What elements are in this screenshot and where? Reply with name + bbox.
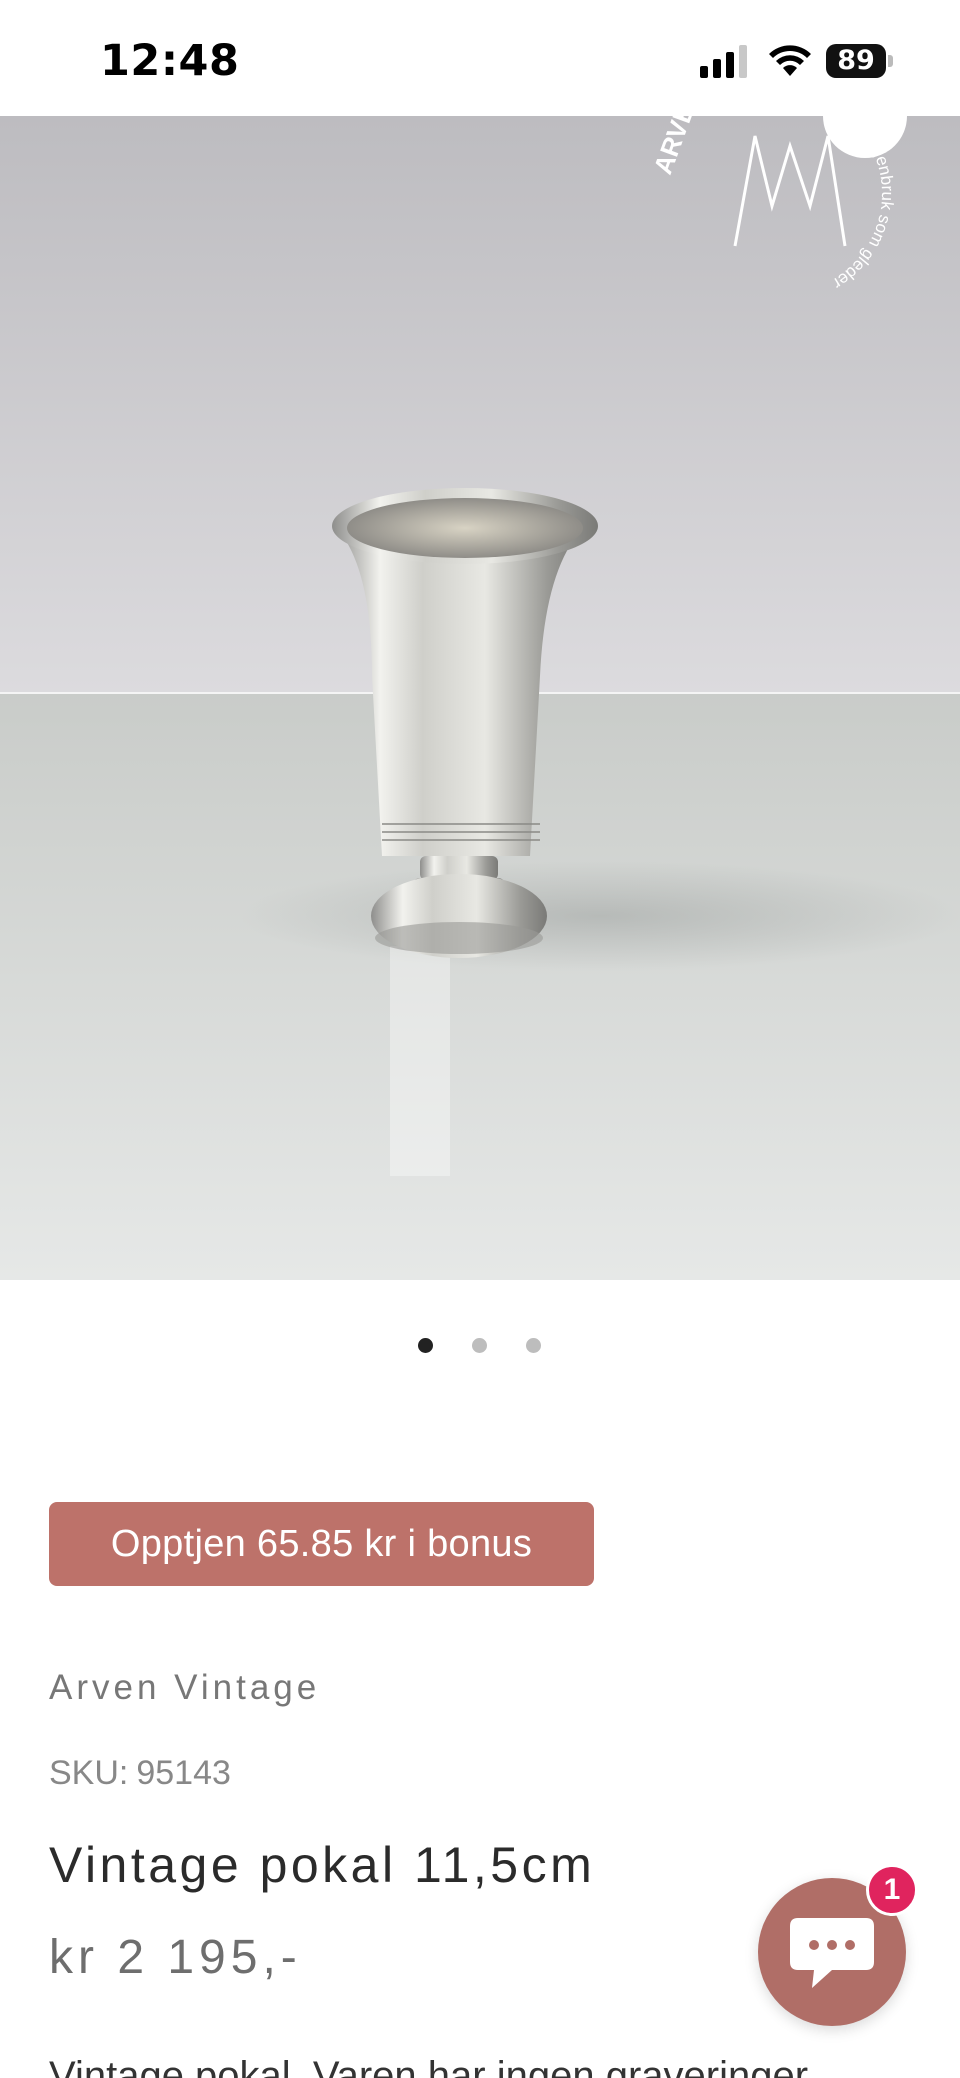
product-description: Vintage pokal. Varen har ingen gravering… [49, 2054, 817, 2078]
status-bar: 12:48 89 [0, 0, 960, 116]
product-price: kr 2 195,- [49, 1931, 302, 1984]
carousel-dot-2[interactable] [472, 1338, 487, 1353]
battery-level: 89 [837, 45, 875, 76]
carousel-dot-3[interactable] [526, 1338, 541, 1353]
sku-value: 95143 [136, 1754, 231, 1792]
product-vendor[interactable]: Arven Vintage [49, 1668, 320, 1708]
battery-icon: 89 [826, 44, 894, 78]
status-time: 12:48 [100, 36, 240, 86]
chat-notification-badge: 1 [866, 1864, 918, 1916]
product-title: Vintage pokal 11,5cm [49, 1837, 596, 1893]
sku-label: SKU: [49, 1754, 129, 1792]
cellular-signal-icon [700, 45, 747, 78]
product-image-carousel[interactable]: ARVEN gjenbruk som gleder [0, 116, 960, 1280]
chat-bubble-icon [790, 1918, 874, 1988]
product-photo: ARVEN gjenbruk som gleder [0, 116, 960, 1280]
carousel-dots [0, 1338, 960, 1358]
wifi-icon [769, 45, 811, 76]
carousel-dot-1[interactable] [418, 1338, 433, 1353]
bonus-button[interactable]: Opptjen 65.85 kr i bonus [49, 1502, 594, 1586]
product-sku: SKU: 95143 [49, 1754, 231, 1793]
